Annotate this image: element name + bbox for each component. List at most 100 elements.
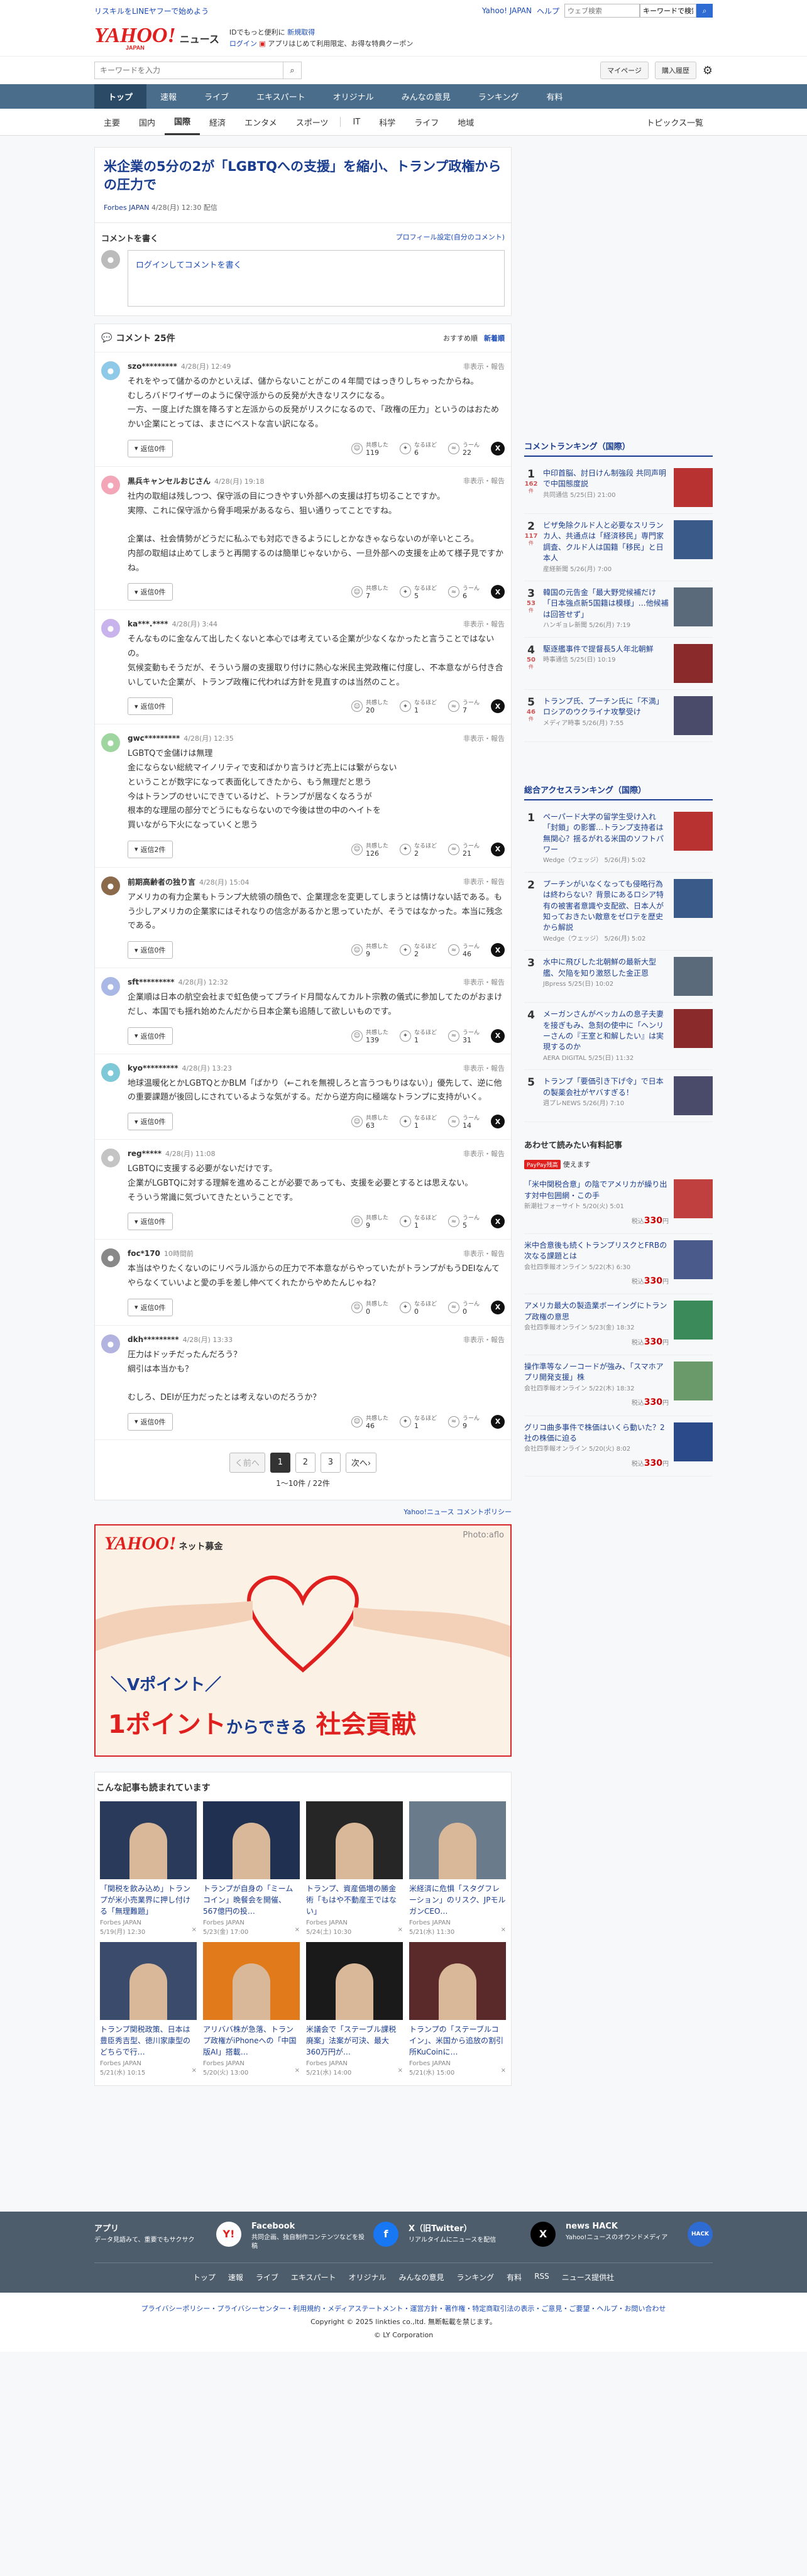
ranking-item[interactable]: 1 ペーパード大学の留学生受け入れ「封鎖」の影響…トランプ支持者は無関心？揺るがれ… xyxy=(524,805,713,873)
reply-button[interactable]: ▾ 返信0件 xyxy=(128,439,173,457)
reaction-hmm-button[interactable]: ≈ うーん 6 xyxy=(447,584,480,600)
prev-page-button[interactable]: く前へ xyxy=(229,1452,265,1473)
yahoo-logo[interactable]: YAHOO! JAPAN xyxy=(94,25,176,51)
reaction-think-button[interactable]: ✦ なるほど 1 xyxy=(399,1213,437,1230)
reaction-think-button[interactable]: ✦ なるほど 2 xyxy=(399,841,437,858)
hide-report-link[interactable]: 非表示・報告 xyxy=(463,1149,505,1159)
page-1-button[interactable]: 1 xyxy=(270,1452,290,1473)
mypage-button[interactable]: マイページ xyxy=(600,62,649,79)
close-icon[interactable]: × xyxy=(501,2067,506,2077)
profile-settings-link[interactable]: プロフィール設定(自分のコメント) xyxy=(396,232,505,244)
line-promo-link[interactable]: リスキルをLINEヤフーで始めよう xyxy=(94,6,209,16)
related-article[interactable]: トランプ関税政策、日本は豊臣秀吉型、徳川家康型のどちらで行… Forbes JAP… xyxy=(100,1941,197,2077)
ranking-item[interactable]: 5 46 件トランプ氏、プーチン氏に「不満」ロシアのウクライナ攻撃受け メディア時事 … xyxy=(524,690,713,742)
snav-major[interactable]: 主要 xyxy=(94,110,129,134)
reply-button[interactable]: ▾ 返信2件 xyxy=(128,840,173,858)
x-share-icon[interactable]: X xyxy=(491,1300,505,1314)
comment-input[interactable]: ログインしてコメントを書く xyxy=(128,249,505,307)
signup-link[interactable]: 新規取得 xyxy=(287,28,315,36)
comment-author[interactable]: gwc********* xyxy=(128,734,180,743)
reaction-hmm-button[interactable]: ≈ うーん 21 xyxy=(447,841,480,858)
paid-article[interactable]: 操作準等なノーコードが強み、「スマホアプリ開発支援」株 会社四季報オンライン 5/… xyxy=(524,1355,713,1416)
reaction-think-button[interactable]: ✦ なるほど 0 xyxy=(399,1299,437,1316)
avatar[interactable]: ● xyxy=(101,1334,120,1353)
x-share-icon[interactable]: X xyxy=(491,842,505,856)
footer-link[interactable]: オリジナル xyxy=(349,2272,387,2283)
search-icon[interactable]: ⌕ xyxy=(696,4,713,18)
reaction-think-button[interactable]: ✦ なるほど 2 xyxy=(399,942,437,958)
footer-link[interactable]: ランキング xyxy=(457,2272,495,2283)
comment-policy-link[interactable]: Yahoo!ニュース コメントポリシー xyxy=(404,1508,512,1516)
gnav-opinion[interactable]: みんなの意見 xyxy=(388,84,464,109)
snav-entertainment[interactable]: エンタメ xyxy=(235,110,287,134)
login-link[interactable]: ログイン xyxy=(229,40,257,48)
yahoo-japan-link[interactable]: Yahoo! JAPAN xyxy=(482,6,532,15)
close-icon[interactable]: × xyxy=(192,1926,197,1936)
gnav-expert[interactable]: エキスパート xyxy=(243,84,319,109)
close-icon[interactable]: × xyxy=(295,2067,300,2077)
gnav-paid[interactable]: 有料 xyxy=(532,84,576,109)
ranking-item[interactable]: 1 162 件中印首脳、討日けん制強段 共同声明で中国態度説 共同通信 5/25(日)… xyxy=(524,462,713,514)
comment-author[interactable]: szo********* xyxy=(128,362,177,371)
footer-link[interactable]: みんなの意見 xyxy=(399,2272,444,2283)
reaction-think-button[interactable]: ✦ なるほど 1 xyxy=(399,698,437,714)
reply-button[interactable]: ▾ 返信0件 xyxy=(128,1298,173,1316)
reaction-like-button[interactable]: ☺ 共感した 9 xyxy=(351,942,388,958)
gnav-ranking[interactable]: ランキング xyxy=(464,84,533,109)
hide-report-link[interactable]: 非表示・報告 xyxy=(463,876,505,887)
reply-button[interactable]: ▾ 返信0件 xyxy=(128,1412,173,1431)
footer-app[interactable]: news HACK Yahoo!ニュースのオウンドメディア HACK xyxy=(566,2221,713,2251)
comment-author[interactable]: kyo********* xyxy=(128,1064,178,1072)
reaction-hmm-button[interactable]: ≈ うーん 0 xyxy=(447,1299,480,1316)
footer-app[interactable]: Facebook 共同企画、独自制作コンテンツなどを投稿 f xyxy=(251,2221,398,2251)
snav-sports[interactable]: スポーツ xyxy=(287,110,338,134)
close-icon[interactable]: × xyxy=(192,2067,197,2077)
help-link[interactable]: ヘルプ xyxy=(537,6,559,16)
reaction-hmm-button[interactable]: ≈ うーん 9 xyxy=(447,1414,480,1430)
reply-button[interactable]: ▾ 返信0件 xyxy=(128,697,173,716)
footer-app[interactable]: X（旧Twitter） リアルタイムにニュースを配信 X xyxy=(409,2221,556,2251)
paid-article[interactable]: 米中合意後も続くトランプリスクとFRBの次なる課題とは 会社四季報オンライン 5/… xyxy=(524,1234,713,1295)
x-share-icon[interactable]: X xyxy=(491,943,505,958)
page-2-button[interactable]: 2 xyxy=(295,1452,316,1473)
reply-button[interactable]: ▾ 返信0件 xyxy=(128,583,173,601)
reaction-think-button[interactable]: ✦ なるほど 1 xyxy=(399,1113,437,1130)
x-share-icon[interactable]: X xyxy=(491,1115,505,1129)
reaction-like-button[interactable]: ☺ 共感した 63 xyxy=(351,1113,388,1130)
reaction-like-button[interactable]: ☺ 共感した 139 xyxy=(351,1028,388,1044)
gnav-breaking[interactable]: 速報 xyxy=(146,84,190,109)
related-article[interactable]: トランプの「ステーブルコイン」、米国から追放の割引所KuCoinに… Forbes… xyxy=(409,1941,506,2077)
related-article[interactable]: 米経済に危惧「スタグフレーション」のリスク、JPモルガンCEO… Forbes J… xyxy=(409,1801,506,1936)
history-button[interactable]: 購入履歴 xyxy=(654,62,696,79)
article-source[interactable]: Forbes JAPAN xyxy=(104,204,149,212)
footer-link[interactable]: 速報 xyxy=(228,2272,243,2283)
x-share-icon[interactable]: X xyxy=(491,1414,505,1429)
reaction-hmm-button[interactable]: ≈ うーん 7 xyxy=(447,698,480,714)
snav-it[interactable]: IT xyxy=(343,111,370,133)
avatar[interactable]: ● xyxy=(101,1149,120,1168)
gnav-live[interactable]: ライブ xyxy=(190,84,243,109)
footer-app[interactable]: アプリ データ見語みて、重要でもサクサク Y! xyxy=(94,2221,241,2251)
login-link[interactable]: ログイン xyxy=(136,261,168,270)
footer-link[interactable]: エキスパート xyxy=(291,2272,336,2283)
sort-newest[interactable]: 新着順 xyxy=(484,333,505,343)
x-share-icon[interactable]: X xyxy=(491,699,505,714)
reaction-like-button[interactable]: ☺ 共感した 9 xyxy=(351,1213,388,1230)
paid-article[interactable]: アメリカ最大の製造業ボーイングにトランプ政権の意思 会社四季報オンライン 5/23… xyxy=(524,1294,713,1356)
gear-icon[interactable]: ⚙ xyxy=(703,64,713,77)
reply-button[interactable]: ▾ 返信0件 xyxy=(128,1113,173,1131)
reaction-think-button[interactable]: ✦ なるほど 1 xyxy=(399,1028,437,1044)
avatar[interactable]: ● xyxy=(101,1062,120,1082)
reaction-hmm-button[interactable]: ≈ うーん 31 xyxy=(447,1028,480,1044)
footer-policy-links[interactable]: プライバシーポリシー・プライバシーセンター・利用規約・メディアステートメント・運… xyxy=(0,2303,807,2316)
reaction-think-button[interactable]: ✦ なるほど 1 xyxy=(399,1414,437,1430)
reply-button[interactable]: ▾ 返信0件 xyxy=(128,941,173,959)
footer-link[interactable]: RSS xyxy=(534,2272,549,2283)
avatar[interactable]: ● xyxy=(101,361,120,380)
close-icon[interactable]: × xyxy=(501,1926,506,1936)
ad-banner[interactable]: YAHOO! ネット募金 Photo:aflo ＼Vポイント／ 1ポイントからでき… xyxy=(94,1524,512,1757)
avatar[interactable]: ● xyxy=(101,475,120,494)
ranking-item[interactable]: 3 水中に飛びした北朝鮮の最新大型艦、欠陥を知り激怒した金正恩 JBpress 5/… xyxy=(524,951,713,1003)
hide-report-link[interactable]: 非表示・報告 xyxy=(463,1334,505,1345)
reaction-hmm-button[interactable]: ≈ うーん 5 xyxy=(447,1213,480,1230)
